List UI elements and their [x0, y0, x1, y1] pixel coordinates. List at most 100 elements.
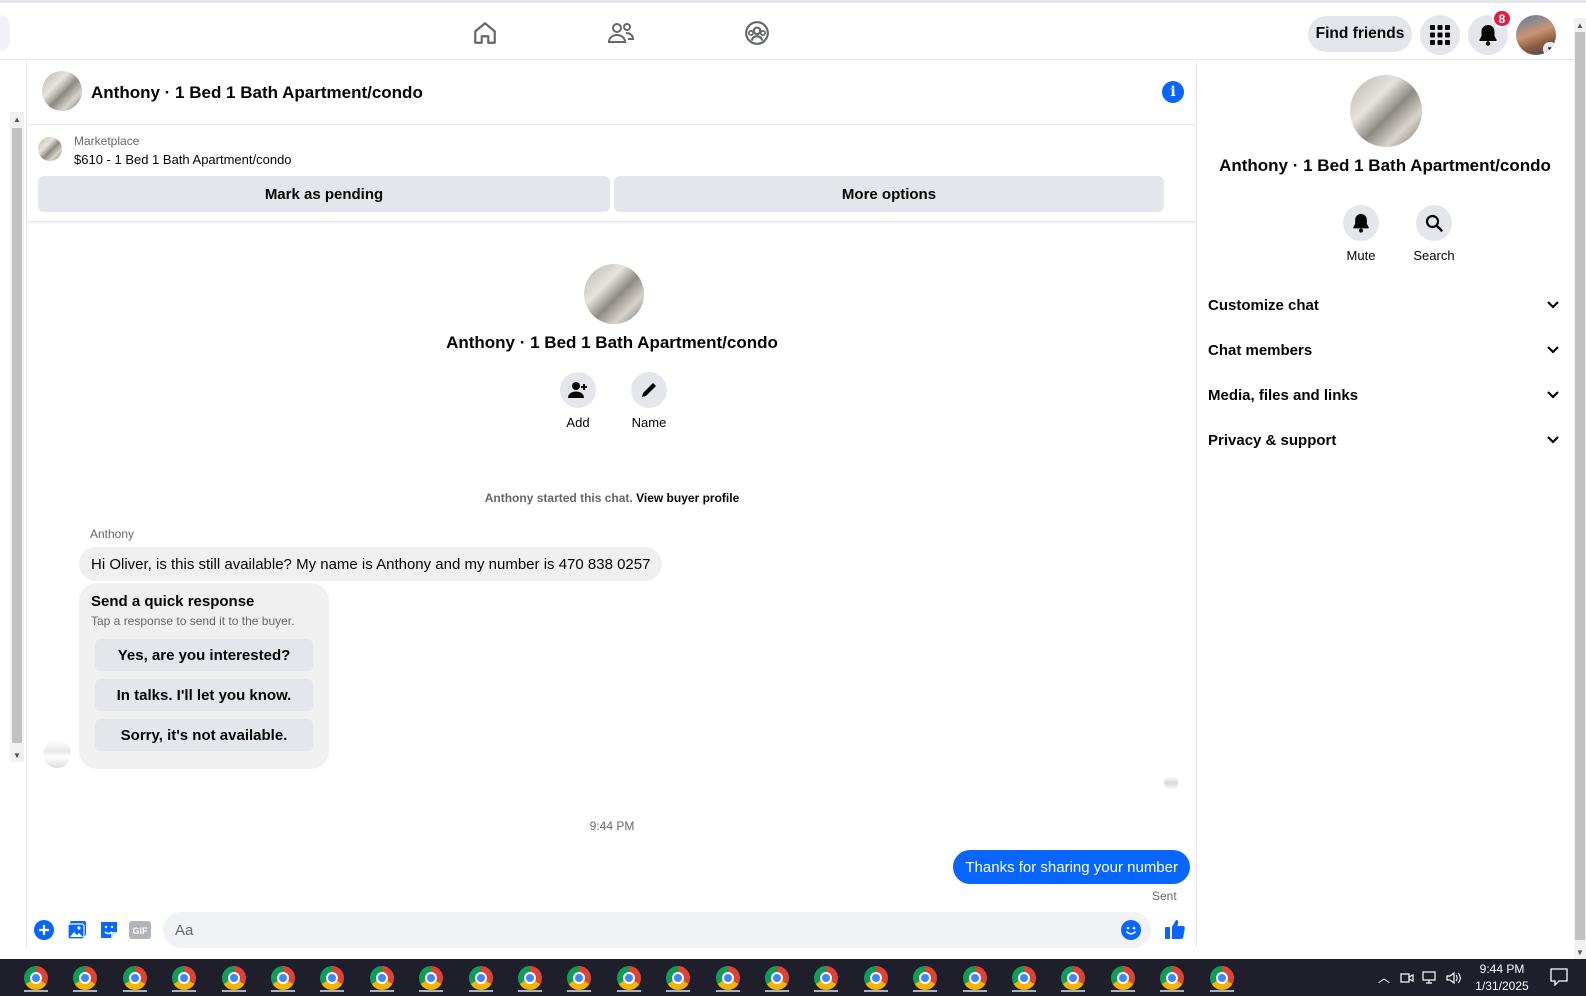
taskbar-chrome-window[interactable] [312, 963, 352, 992]
scroll-down-arrow-icon[interactable]: ▼ [10, 748, 24, 762]
more-actions-plus-icon[interactable] [33, 919, 55, 941]
notification-center-icon[interactable] [1550, 968, 1568, 991]
bell-icon [1479, 25, 1497, 46]
quick-response-subtitle: Tap a response to send it to the buyer. [91, 614, 295, 628]
scrollbar-thumb[interactable] [12, 128, 22, 743]
conversation-photo[interactable] [42, 71, 82, 111]
chrome-icon [419, 965, 444, 990]
meet-now-icon[interactable] [1400, 971, 1414, 985]
taskbar-chrome-window[interactable] [1103, 963, 1143, 992]
quick-response-button[interactable]: Yes, are you interested? [95, 639, 313, 671]
outgoing-message-bubble[interactable]: Thanks for sharing your number [953, 850, 1190, 884]
taskbar-chrome-window[interactable] [1152, 963, 1192, 992]
find-friends-button[interactable]: Find friends [1308, 16, 1412, 52]
section-chat-members[interactable]: Chat members [1208, 330, 1560, 370]
running-indicator [715, 990, 740, 992]
taskbar-chrome-window[interactable] [263, 963, 303, 992]
mark-as-pending-button[interactable]: Mark as pending [38, 176, 610, 212]
running-indicator [24, 990, 48, 992]
taskbar-chrome-window[interactable] [1053, 963, 1093, 992]
section-label: Customize chat [1208, 296, 1319, 314]
taskbar-chrome-window[interactable] [1004, 963, 1044, 992]
emoji-icon[interactable] [1121, 920, 1141, 940]
listing-title[interactable]: $610 - 1 Bed 1 Bath Apartment/condo [74, 152, 292, 167]
chrome-icon [271, 965, 295, 990]
taskbar-chrome-window[interactable] [461, 963, 501, 992]
incoming-message-bubble[interactable]: Hi Oliver, is this still available? My n… [79, 547, 663, 581]
section-customize-chat[interactable]: Customize chat [1208, 285, 1560, 325]
chrome-icon [715, 965, 740, 990]
scrollbar-thumb[interactable] [1575, 32, 1585, 940]
taskbar-chrome-window[interactable] [955, 963, 995, 992]
chrome-icon [172, 965, 197, 990]
chrome-icon [962, 965, 987, 990]
scroll-down-arrow-icon[interactable]: ▼ [1573, 945, 1586, 959]
taskbar-chrome-window[interactable] [757, 963, 797, 992]
taskbar-chrome-window[interactable] [362, 963, 402, 992]
running-indicator [271, 990, 295, 992]
taskbar-chrome-window[interactable] [65, 963, 105, 992]
info-icon[interactable]: i [1162, 81, 1184, 103]
home-icon[interactable] [469, 17, 501, 49]
taskbar-chrome-window[interactable] [411, 963, 451, 992]
search-in-conversation-button[interactable]: Search [1404, 205, 1464, 263]
sticker-icon[interactable] [98, 919, 120, 941]
taskbar-chrome-window[interactable] [510, 963, 550, 992]
marketplace-label: Marketplace [74, 134, 140, 148]
taskbar-chrome-window[interactable] [16, 963, 56, 992]
taskbar-chrome-window[interactable] [1202, 963, 1242, 992]
quick-response-button[interactable]: In talks. I'll let you know. [95, 679, 313, 711]
running-indicator [468, 990, 493, 992]
taskbar-chrome-window[interactable] [658, 963, 698, 992]
taskbar-chrome-window[interactable] [115, 963, 155, 992]
taskbar-chrome-window[interactable] [559, 963, 599, 992]
chat-title[interactable]: Anthony · 1 Bed 1 Bath Apartment/condo [91, 83, 423, 103]
taskbar-chrome-window[interactable] [806, 963, 846, 992]
name-chat-button[interactable]: Name [619, 372, 679, 430]
message-input[interactable]: Aa [163, 912, 1151, 948]
section-privacy-support[interactable]: Privacy & support [1208, 420, 1560, 460]
sender-avatar[interactable] [43, 740, 71, 768]
thumbs-up-icon[interactable] [1163, 916, 1187, 942]
chat-started-notice: Anthony started this chat. View buyer pr… [28, 491, 1196, 505]
scroll-up-arrow-icon[interactable]: ▲ [10, 112, 24, 126]
network-icon[interactable] [1422, 970, 1438, 985]
groups-icon[interactable] [741, 17, 773, 49]
system-clock[interactable]: 9:44 PM 1/31/2025 [1464, 961, 1540, 995]
search-pill-edge[interactable] [0, 15, 10, 51]
show-hidden-icons-icon[interactable]: ︿ [1378, 969, 1390, 986]
page-scrollbar[interactable]: ▲ ▼ [1574, 18, 1586, 959]
taskbar-chrome-window[interactable] [164, 963, 204, 992]
taskbar-chrome-window[interactable] [214, 963, 254, 992]
friends-icon[interactable] [605, 17, 637, 49]
gif-icon[interactable]: GIF [129, 919, 151, 941]
running-indicator [221, 990, 246, 992]
more-options-button[interactable]: More options [614, 176, 1164, 212]
taskbar-chrome-window[interactable] [856, 963, 896, 992]
chrome-icon [320, 965, 345, 990]
menu-button[interactable] [1420, 15, 1460, 55]
message-timestamp: 9:44 PM [589, 819, 635, 833]
scroll-up-arrow-icon[interactable]: ▲ [1573, 18, 1586, 32]
running-indicator [320, 990, 345, 992]
chrome-icon [616, 965, 641, 990]
chrome-icon [1209, 965, 1234, 990]
left-scrollbar[interactable]: ▲ ▼ [10, 112, 24, 762]
pencil-icon [642, 383, 656, 397]
listing-thumbnail[interactable] [38, 137, 62, 161]
section-media-files-links[interactable]: Media, files and links [1208, 375, 1560, 415]
view-buyer-profile-link[interactable]: View buyer profile [636, 491, 739, 505]
taskbar-chrome-window[interactable] [609, 963, 649, 992]
details-photo [1350, 75, 1422, 147]
running-indicator [1110, 990, 1135, 992]
add-people-button[interactable]: Add [548, 372, 608, 430]
mute-button[interactable]: Mute [1331, 205, 1391, 263]
taskbar-chrome-window[interactable] [905, 963, 945, 992]
account-avatar[interactable]: ▾ [1516, 15, 1556, 55]
quick-response-button[interactable]: Sorry, it's not available. [95, 719, 313, 751]
add-person-icon [568, 382, 587, 398]
volume-icon[interactable] [1446, 971, 1462, 985]
attach-photo-icon[interactable] [66, 919, 88, 941]
taskbar-chrome-window[interactable] [708, 963, 748, 992]
running-indicator [616, 990, 641, 992]
